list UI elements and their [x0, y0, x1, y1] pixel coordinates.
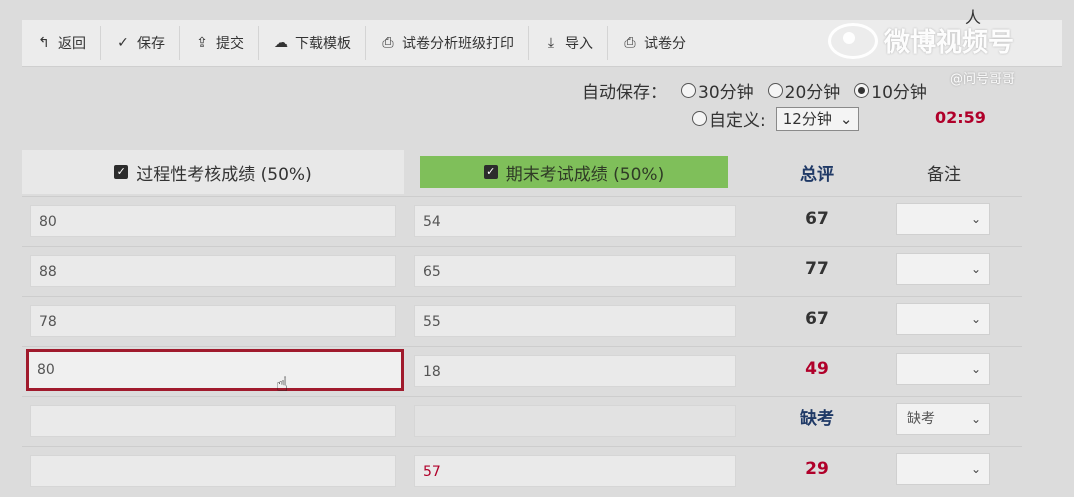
- import-label: 导入: [565, 36, 593, 52]
- printer-icon: ⎙: [382, 35, 394, 51]
- printer-icon: ⎙: [624, 35, 636, 51]
- back-label: 返回: [58, 36, 86, 52]
- print-paper-button[interactable]: ⎙ 试卷分: [608, 26, 700, 60]
- autosave-radio-custom[interactable]: 自定义:: [692, 106, 766, 131]
- watermark-sub: @问号哥哥: [950, 72, 1016, 87]
- total-score: 67: [805, 309, 829, 329]
- chevron-down-icon: ⌄: [970, 262, 981, 276]
- upload-icon: ⇪: [196, 35, 208, 51]
- chevron-down-icon: ⌄: [970, 412, 981, 426]
- process-checkbox[interactable]: ✓: [114, 165, 129, 179]
- remark-select[interactable]: ⌄: [896, 253, 990, 285]
- submit-label: 提交: [216, 36, 244, 52]
- final-score-input[interactable]: 54: [414, 205, 736, 237]
- remark-select[interactable]: ⌄: [896, 453, 990, 485]
- total-score: 29: [805, 459, 829, 479]
- chevron-down-icon: ⌄: [970, 462, 981, 476]
- cloud-download-icon: ☁: [274, 35, 288, 51]
- remark-header: 备注: [927, 164, 961, 185]
- process-score-input[interactable]: 78: [30, 305, 396, 337]
- save-button[interactable]: ✓ 保存: [101, 26, 180, 60]
- table-row: 80 18 49 ⌄: [22, 346, 1022, 397]
- autosave-radio-30[interactable]: 30分钟: [681, 78, 754, 103]
- watermark-title: 微博视频号: [884, 28, 1015, 58]
- submit-button[interactable]: ⇪ 提交: [180, 26, 259, 60]
- table-row: 88 65 77 ⌄: [22, 246, 1022, 297]
- table-row: 78 55 67 ⌄: [22, 296, 1022, 347]
- weibo-logo-icon: [828, 22, 878, 59]
- process-score-input[interactable]: [30, 455, 396, 487]
- chevron-down-icon: ⌄: [970, 212, 981, 226]
- total-score: 67: [805, 209, 829, 229]
- autosave-label: 自动保存：: [582, 83, 667, 103]
- check-save-icon: ✓: [117, 35, 129, 51]
- remark-select[interactable]: 缺考 ⌄: [896, 403, 990, 435]
- autosave-radio-20[interactable]: 20分钟: [767, 78, 840, 103]
- autosave-radio-10[interactable]: 10分钟: [854, 78, 927, 103]
- print-paper-label: 试卷分: [644, 36, 686, 52]
- remark-select[interactable]: ⌄: [896, 353, 990, 385]
- final-score-input[interactable]: 18: [414, 355, 736, 387]
- total-score: 49: [805, 359, 829, 379]
- process-score-header: ✓ 过程性考核成绩 (50%): [22, 150, 404, 194]
- chevron-down-icon: ⌄: [970, 312, 981, 326]
- autosave-options: 自动保存： 30分钟 20分钟 10分钟: [582, 78, 927, 103]
- total-score: 77: [805, 259, 829, 279]
- import-button[interactable]: ⤓ 导入: [529, 26, 608, 60]
- process-score-input-active[interactable]: 80: [26, 349, 404, 391]
- hand-pointer-icon: ☝: [276, 372, 289, 396]
- remark-select[interactable]: ⌄: [896, 203, 990, 235]
- final-score-header: ✓ 期末考试成绩 (50%): [420, 156, 728, 188]
- custom-interval-select[interactable]: 12分钟 ⌄: [775, 106, 860, 131]
- print-analysis-label: 试卷分析班级打印: [402, 36, 514, 52]
- process-score-input[interactable]: [30, 405, 396, 437]
- table-row: 57 29 ⌄: [22, 446, 1022, 497]
- total-score: 缺考: [800, 409, 834, 429]
- print-analysis-button[interactable]: ⎙ 试卷分析班级打印: [366, 26, 529, 60]
- final-score-input[interactable]: 57: [414, 455, 736, 487]
- download-template-label: 下载模板: [295, 36, 351, 52]
- back-arrow-icon: ↰: [38, 35, 50, 51]
- countdown-timer: 02:59: [935, 108, 986, 127]
- final-score-input[interactable]: [414, 405, 736, 437]
- final-checkbox[interactable]: ✓: [483, 165, 498, 179]
- table-row: 缺考 缺考 ⌄: [22, 396, 1022, 447]
- table-row: 80 54 67 ⌄: [22, 196, 1022, 247]
- custom-autosave: 自定义: 12分钟 ⌄: [692, 106, 860, 131]
- total-header: 总评: [800, 164, 834, 185]
- save-label: 保存: [137, 36, 165, 52]
- process-score-input[interactable]: 88: [30, 255, 396, 287]
- process-score-input[interactable]: 80: [30, 205, 396, 237]
- watermark: 微博视频号: [828, 22, 1014, 59]
- back-button[interactable]: ↰ 返回: [22, 26, 101, 60]
- final-score-input[interactable]: 65: [414, 255, 736, 287]
- import-icon: ⤓: [547, 35, 555, 51]
- chevron-down-icon: ⌄: [970, 362, 981, 376]
- chevron-down-icon: ⌄: [839, 109, 853, 128]
- final-score-input[interactable]: 55: [414, 305, 736, 337]
- download-template-button[interactable]: ☁ 下载模板: [259, 26, 366, 60]
- remark-select[interactable]: ⌄: [896, 303, 990, 335]
